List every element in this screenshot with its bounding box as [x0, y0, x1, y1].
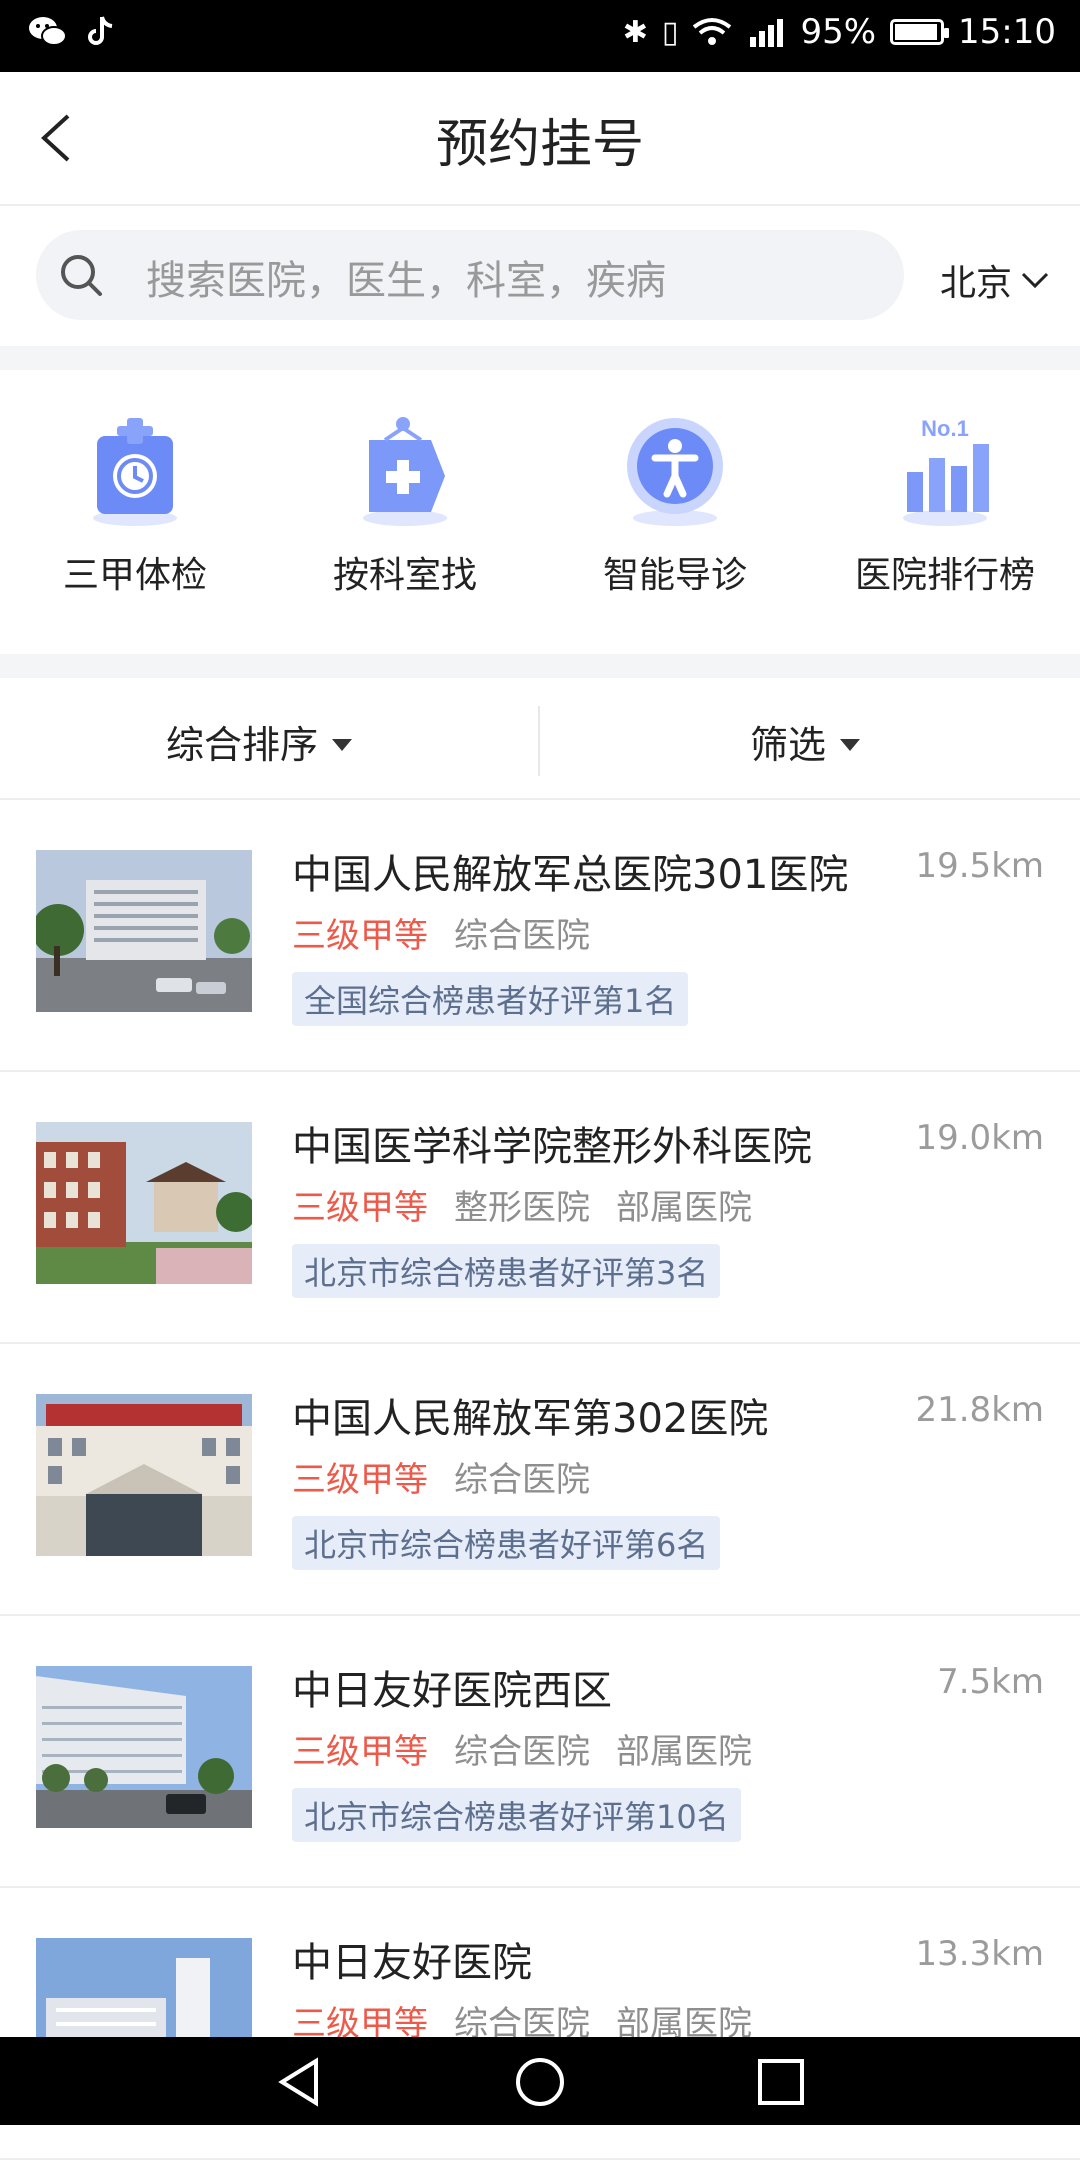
ranking-badge: 北京市综合榜患者好评第10名	[292, 1788, 741, 1842]
quick-entry-label: 医院排行榜	[854, 555, 1035, 596]
hospital-tag: 部属医院	[616, 1188, 752, 1228]
page-title: 预约挂号	[435, 115, 644, 175]
hospital-distance: 13.3km	[915, 1934, 1044, 1974]
caret-down-icon	[840, 738, 861, 751]
divider	[538, 706, 540, 776]
back-triangle-icon[interactable]	[272, 2055, 326, 2109]
hospital-tags: 三级甲等 综合医院	[292, 908, 590, 957]
vibrate-icon: ▯	[661, 14, 679, 50]
quick-entry-label: 三甲体检	[62, 555, 207, 596]
quick-entries: 三甲体检 按科室找 智能导诊 No.1 医院排行榜	[0, 370, 1080, 654]
hospital-distance: 21.8km	[915, 1390, 1044, 1430]
quick-entry-department[interactable]: 按科室找	[270, 370, 540, 654]
filter-dropdown[interactable]: 筛选	[750, 714, 861, 769]
battery-fill	[895, 24, 937, 40]
sort-label: 综合排序	[166, 723, 319, 767]
search-icon	[61, 255, 102, 296]
ranking-badge: 全国综合榜患者好评第1名	[292, 972, 689, 1026]
hospital-distance: 19.5km	[915, 846, 1044, 886]
hospital-distance: 19.0km	[915, 1118, 1044, 1158]
hospital-photo	[36, 1666, 252, 1828]
quick-entry-ranking[interactable]: No.1 医院排行榜	[810, 370, 1080, 654]
person-guide-icon	[627, 418, 723, 526]
status-bar: ✱ ▯ 95% 15:10	[0, 0, 1080, 72]
hospital-tag: 整形医院	[454, 1188, 590, 1228]
sort-dropdown[interactable]: 综合排序	[166, 714, 353, 769]
city-label: 北京	[940, 263, 1013, 304]
wechat-icon	[29, 17, 67, 46]
hospital-tag: 部属医院	[616, 1732, 752, 1772]
sort-filter-bar: 综合排序 筛选	[0, 678, 1080, 800]
hospital-level: 三级甲等	[292, 1732, 428, 1772]
hospital-tags: 三级甲等 整形医院 部属医院	[292, 1180, 752, 1229]
ranking-badge: 北京市综合榜患者好评第6名	[292, 1516, 721, 1570]
battery-icon	[890, 19, 950, 45]
section-divider	[0, 654, 1080, 678]
hospital-tags: 三级甲等 综合医院 部属医院	[292, 1724, 752, 1773]
ranking-chart-icon: No.1	[903, 416, 989, 526]
hospital-card[interactable]: 中国医学科学院整形外科医院 19.0km 三级甲等 整形医院 部属医院 北京市综…	[0, 1072, 1080, 1344]
hospital-tags: 三级甲等 综合医院	[292, 1452, 590, 1501]
ranking-icon-text: No.1	[921, 416, 969, 441]
city-selector[interactable]: 北京	[940, 254, 1050, 306]
filter-label: 筛选	[750, 723, 827, 767]
hospital-name: 中国人民解放军第302医院	[292, 1396, 769, 1442]
hospital-tag: 综合医院	[454, 916, 590, 956]
hospital-photo	[36, 850, 252, 1012]
header: 预约挂号	[0, 72, 1080, 206]
hospital-card[interactable]: 中国人民解放军第302医院 21.8km 三级甲等 综合医院 北京市综合榜患者好…	[0, 1344, 1080, 1616]
section-divider	[0, 346, 1080, 370]
hospital-name: 中国医学科学院整形外科医院	[292, 1124, 812, 1170]
chevron-down-icon	[1021, 272, 1049, 289]
bluetooth-icon: ✱	[622, 14, 648, 50]
ranking-badge: 北京市综合榜患者好评第3名	[292, 1244, 721, 1298]
signal-4g-icon	[750, 19, 784, 47]
hospital-tag: 综合医院	[454, 1460, 590, 1500]
hospital-photo	[36, 1394, 252, 1556]
wifi-icon	[693, 18, 732, 45]
quick-entry-checkup[interactable]: 三甲体检	[0, 370, 270, 654]
clock: 15:10	[958, 12, 1056, 52]
system-nav-bar	[0, 2037, 1080, 2125]
hospital-level: 三级甲等	[292, 1460, 428, 1500]
quick-entry-label: 智能导诊	[602, 555, 747, 596]
hospital-name: 中国人民解放军总医院301医院	[292, 852, 849, 898]
hospital-card[interactable]: 中国人民解放军总医院301医院 19.5km 三级甲等 综合医院 全国综合榜患者…	[0, 800, 1080, 1072]
quick-entry-label: 按科室找	[332, 555, 477, 596]
recents-square-icon[interactable]	[754, 2055, 808, 2109]
search-input[interactable]: 搜索医院，医生，科室，疾病	[36, 230, 904, 320]
tiktok-icon	[88, 16, 113, 45]
caret-down-icon	[332, 738, 353, 751]
hospital-level: 三级甲等	[292, 1188, 428, 1228]
battery-percent: 95%	[800, 12, 877, 52]
quick-entry-guide[interactable]: 智能导诊	[540, 370, 810, 654]
home-circle-icon[interactable]	[513, 2055, 567, 2109]
hospital-photo	[36, 1122, 252, 1284]
hospital-tag: 综合医院	[454, 1732, 590, 1772]
search-bar: 搜索医院，医生，科室，疾病 北京	[0, 206, 1080, 346]
hospital-name: 中日友好医院	[292, 1940, 532, 1986]
hospital-distance: 7.5km	[937, 1662, 1044, 1702]
hospital-card[interactable]: 中日友好医院西区 7.5km 三级甲等 综合医院 部属医院 北京市综合榜患者好评…	[0, 1616, 1080, 1888]
clipboard-clock-icon	[93, 418, 177, 526]
search-placeholder: 搜索医院，医生，科室，疾病	[146, 258, 666, 304]
hospital-name: 中日友好医院西区	[292, 1668, 612, 1714]
department-bag-icon	[363, 417, 447, 526]
hospital-level: 三级甲等	[292, 916, 428, 956]
hospital-list: 中国人民解放军总医院301医院 19.5km 三级甲等 综合医院 全国综合榜患者…	[0, 800, 1080, 2160]
